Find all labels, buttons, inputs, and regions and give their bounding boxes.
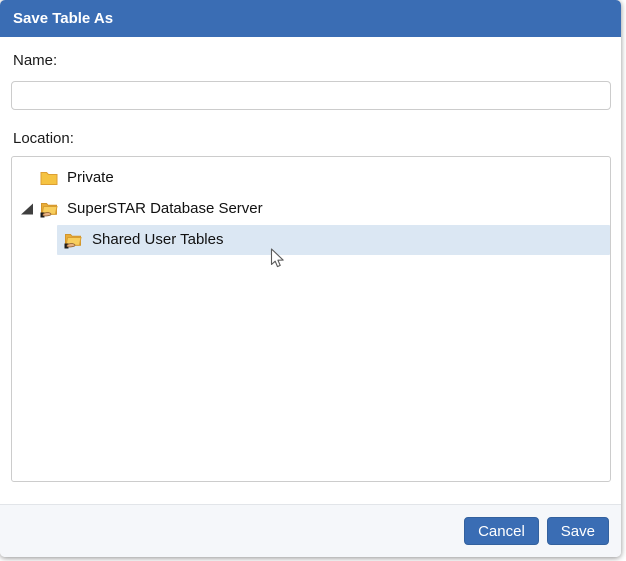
expander-icon[interactable]	[21, 203, 33, 214]
save-button[interactable]: Save	[546, 517, 609, 545]
cancel-button[interactable]: Cancel	[464, 517, 539, 545]
dialog-title-bar: Save Table As	[0, 0, 621, 37]
folder-icon	[40, 169, 58, 187]
dialog-title: Save Table As	[13, 10, 114, 27]
tree-item-label: SuperSTAR Database Server	[67, 200, 263, 217]
tree-item-anchor[interactable]: Shared User Tables	[57, 224, 610, 255]
location-tree[interactable]: Private SuperSTAR Database Server Shared…	[11, 156, 611, 482]
tree-item[interactable]: Shared User Tables	[12, 224, 610, 255]
tree-item-label: Shared User Tables	[92, 231, 224, 248]
name-label: Name:	[13, 52, 58, 69]
dialog-footer: Cancel Save	[0, 504, 621, 557]
tree-item-label: Private	[67, 169, 114, 186]
shared-folder-icon	[64, 230, 82, 250]
tree-item[interactable]: Private	[12, 162, 610, 193]
save-table-as-dialog: Save Table As Name: Location: Private Su…	[0, 0, 621, 557]
tree-item-anchor[interactable]: SuperSTAR Database Server	[40, 194, 263, 224]
shared-folder-icon	[40, 199, 58, 219]
name-input[interactable]	[11, 81, 611, 110]
tree-item[interactable]: SuperSTAR Database Server	[12, 193, 610, 224]
tree-item-anchor[interactable]: Private	[40, 163, 114, 193]
location-label: Location:	[13, 130, 74, 147]
